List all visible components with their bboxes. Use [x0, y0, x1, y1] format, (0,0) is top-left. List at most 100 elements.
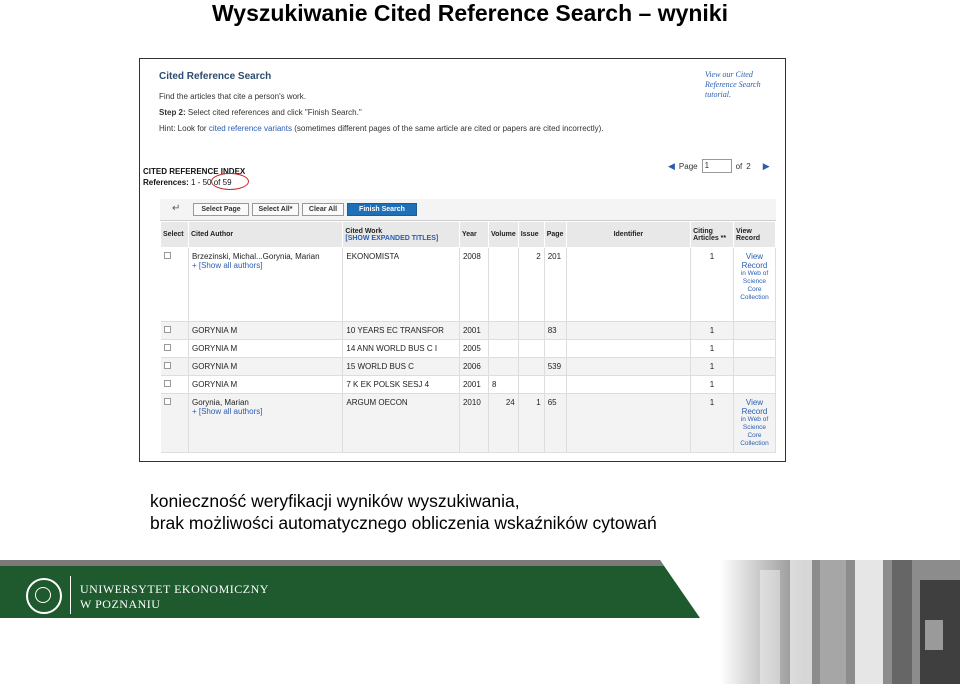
- select-all-button[interactable]: Select All*: [252, 203, 299, 216]
- next-page-icon[interactable]: ▶: [763, 161, 770, 172]
- cited-author: GORYNIA M: [188, 321, 344, 340]
- citing-count: 1: [690, 357, 734, 376]
- issue: [518, 357, 545, 376]
- table-row: Brzezinski, Michal...Gorynia, Marian + [S…: [160, 247, 777, 322]
- cited-work: 15 WORLD BUS C: [342, 357, 460, 376]
- year: 2008: [459, 247, 489, 322]
- show-all-authors-link[interactable]: + [Show all authors]: [192, 261, 263, 270]
- expand-titles-link[interactable]: [SHOW EXPANDED TITLES]: [345, 235, 438, 242]
- volume: [488, 321, 519, 340]
- pagination: ◀ Page 1 of 2 ▶: [668, 159, 770, 173]
- page-of: of: [735, 161, 743, 171]
- citing-count: 1: [690, 247, 734, 322]
- view-cell: [733, 375, 777, 394]
- row-checkbox[interactable]: [163, 398, 171, 405]
- page-input[interactable]: 1: [701, 159, 732, 173]
- results-table: Select Cited Author Cited Work [SHOW EXPA…: [160, 221, 777, 453]
- view-record-link[interactable]: View Record in Web of Science Core Collec…: [733, 393, 777, 453]
- page-total: 2: [746, 161, 751, 171]
- year: 2001: [459, 321, 489, 340]
- year: 2005: [459, 339, 489, 358]
- table-row: GORYNIA M 7 K EK POLSK SESJ 4 2001 8 1: [160, 375, 777, 394]
- volume: [488, 247, 519, 322]
- hint-prefix: Hint: Look for: [159, 124, 207, 133]
- show-all-authors-link[interactable]: + [Show all authors]: [192, 407, 263, 416]
- row-checkbox[interactable]: [163, 252, 171, 259]
- refs-label: References:: [143, 178, 189, 187]
- step-text: Step 2: Select cited references and clic…: [159, 108, 362, 117]
- col-issue: Issue: [517, 221, 545, 248]
- view-cell: [733, 357, 777, 376]
- year: 2006: [459, 357, 489, 376]
- cited-work: EKONOMISTA: [342, 247, 460, 322]
- table-row: GORYNIA M 10 YEARS EC TRANSFOR 2001 83 1: [160, 321, 777, 340]
- col-work-label: Cited Work: [345, 227, 383, 235]
- issue: 1: [518, 393, 545, 453]
- citing-count: 1: [690, 375, 734, 394]
- clear-all-button[interactable]: Clear All: [302, 203, 344, 216]
- slide-title: Wyszukiwanie Cited Reference Search – wy…: [211, 0, 728, 26]
- citing-count: 1: [690, 393, 734, 453]
- cited-author: GORYNIA M: [188, 375, 344, 394]
- intro-text: Find the articles that cite a person's w…: [159, 92, 306, 101]
- caption-line-2: brak możliwości automatycznego obliczeni…: [150, 513, 657, 533]
- page: [544, 339, 567, 358]
- page-label: Page: [678, 161, 698, 171]
- select-page-button[interactable]: Select Page: [193, 203, 249, 216]
- step-label: Step 2:: [159, 108, 186, 117]
- view-cell: [733, 339, 777, 358]
- citing-count: 1: [690, 339, 734, 358]
- identifier: [566, 375, 692, 394]
- cited-work: ARGUM OECON: [342, 393, 460, 453]
- table-row: Gorynia, Marian + [Show all authors] ARGU…: [160, 393, 777, 453]
- identifier: [566, 357, 692, 376]
- identifier: [566, 321, 692, 340]
- col-view: View Record: [732, 221, 777, 248]
- slide-caption: konieczność weryfikacji wyników wyszukiw…: [150, 490, 657, 534]
- page: [544, 375, 567, 394]
- table-row: GORYNIA M 15 WORLD BUS C 2006 539 1: [160, 357, 777, 376]
- return-arrow-icon: ↵: [172, 203, 181, 214]
- page: 539: [544, 357, 567, 376]
- screenshot-panel: Cited Reference Search Find the articles…: [139, 58, 786, 462]
- row-checkbox[interactable]: [163, 380, 171, 387]
- identifier: [566, 393, 692, 453]
- volume: 24: [488, 393, 519, 453]
- row-checkbox[interactable]: [163, 344, 171, 351]
- col-citing: Citing Articles **: [690, 221, 734, 248]
- finish-search-button[interactable]: Finish Search: [347, 203, 417, 216]
- cited-work: 7 K EK POLSK SESJ 4: [342, 375, 460, 394]
- col-volume: Volume: [487, 221, 519, 248]
- view-record-link[interactable]: View Record in Web of Science Core Collec…: [733, 247, 777, 322]
- col-identifier: Identifier: [565, 221, 692, 248]
- col-work: Cited Work [SHOW EXPANDED TITLES]: [342, 221, 460, 248]
- variants-link[interactable]: cited reference variants: [209, 124, 292, 133]
- citing-count: 1: [690, 321, 734, 340]
- table-row: GORYNIA M 14 ANN WORLD BUS C I 2005 1: [160, 339, 777, 358]
- cited-author: Gorynia, Marian: [191, 398, 249, 407]
- col-page: Page: [543, 221, 567, 248]
- row-checkbox[interactable]: [163, 326, 171, 333]
- identifier: [566, 339, 692, 358]
- issue: [518, 339, 545, 358]
- cited-author: GORYNIA M: [188, 357, 344, 376]
- footer-divider: [70, 576, 71, 614]
- cited-work: 10 YEARS EC TRANSFOR: [342, 321, 460, 340]
- caption-line-1: konieczność weryfikacji wyników wyszukiw…: [150, 491, 520, 511]
- volume: [488, 357, 519, 376]
- cited-work: 14 ANN WORLD BUS C I: [342, 339, 460, 358]
- row-checkbox[interactable]: [163, 362, 171, 369]
- cited-author: Brzezinski, Michal...Gorynia, Marian: [191, 252, 320, 261]
- year: 2010: [459, 393, 489, 453]
- page-title: Cited Reference Search: [159, 71, 272, 82]
- page: 65: [544, 393, 567, 453]
- tutorial-link[interactable]: View our Cited Reference Search tutorial…: [705, 70, 775, 100]
- view-cell: [733, 321, 777, 340]
- university-name: UNIWERSYTET EKONOMICZNY W POZNANIU: [80, 582, 269, 612]
- prev-page-icon[interactable]: ◀: [668, 161, 675, 172]
- page: 201: [544, 247, 567, 322]
- cited-author: GORYNIA M: [188, 339, 344, 358]
- page: 83: [544, 321, 567, 340]
- identifier: [566, 247, 692, 322]
- volume: [488, 339, 519, 358]
